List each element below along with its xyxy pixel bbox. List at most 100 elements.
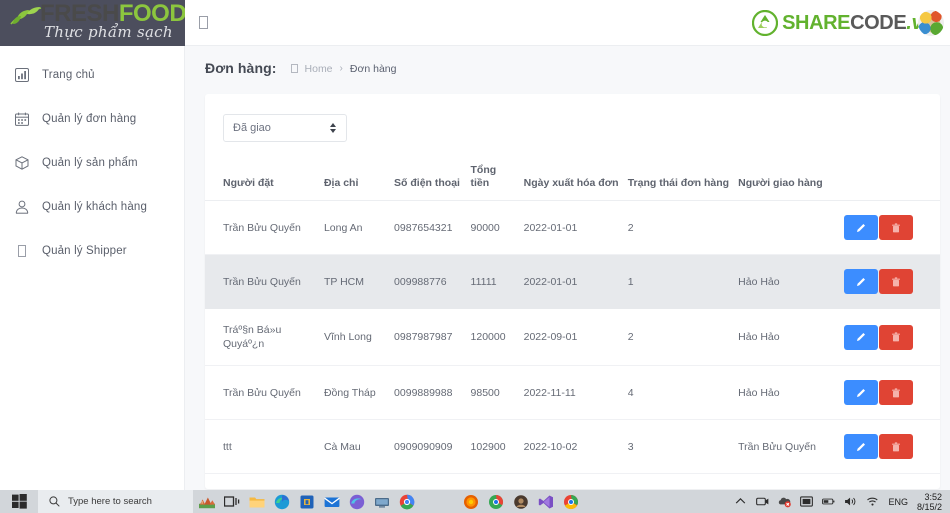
- th-nguoi-giao-hang: Người giao hàng: [738, 164, 845, 201]
- chrome-icon[interactable]: [399, 494, 415, 510]
- screen-icon[interactable]: [800, 495, 814, 508]
- table-row: Trần Bửu Quyến TP HCM 009988776 11111 2022-0…: [205, 254, 940, 309]
- language-indicator[interactable]: ENG: [888, 497, 908, 507]
- breadcrumb-separator: ›: [339, 63, 343, 74]
- sidebar-item-label: Quản lý khách hàng: [42, 200, 147, 213]
- chevron-up-icon[interactable]: [734, 495, 747, 508]
- sidebar-item-label: Quản lý sản phẩm: [42, 156, 138, 169]
- app-dark-icon[interactable]: [513, 494, 529, 510]
- th-trang-thai-don-hang: Trạng thái đơn hàng: [627, 164, 739, 201]
- cell-dia-chi: Đồng Tháp: [323, 365, 395, 420]
- table-row: ttt Cà Mau 0909090909 102900 2022-10-02 3 Trần…: [205, 419, 940, 474]
- status-filter-value: Đã giao: [233, 122, 271, 134]
- task-view-icon[interactable]: [224, 494, 240, 510]
- cell-actions: [844, 200, 940, 255]
- clock[interactable]: 3:52 8/15/2: [917, 492, 942, 512]
- windows-taskbar: Type here to search ENG 3:52 8/15/2: [0, 490, 950, 513]
- row-actions: [844, 269, 934, 294]
- sidebar-item-quan-ly-san-pham[interactable]: Quản lý sản phẩm: [0, 148, 184, 177]
- edit-button[interactable]: [844, 269, 879, 294]
- delete-button[interactable]: [879, 269, 914, 294]
- store-icon[interactable]: [299, 494, 315, 510]
- search-input[interactable]: Type here to search: [38, 490, 193, 513]
- delete-button[interactable]: [879, 380, 914, 405]
- chrome-profile-icon[interactable]: [488, 494, 504, 510]
- edit-button[interactable]: [844, 380, 879, 405]
- cell-tong-tien: 98500: [470, 365, 524, 420]
- pencil-icon: [857, 333, 866, 341]
- cell-so-dien-thoai: 0123456789: [394, 473, 471, 489]
- cell-trang-thai: 1: [627, 473, 739, 489]
- sidebar-item-quan-ly-khach-hang[interactable]: Quản lý khách hàng: [0, 192, 184, 221]
- pencil-icon: [857, 223, 866, 232]
- cell-tong-tien: 120000: [470, 308, 524, 366]
- wifi-icon[interactable]: [866, 495, 879, 508]
- sharecode-wordmark: SHARECODE.vn: [782, 13, 934, 33]
- cell-actions: [844, 419, 940, 474]
- cell-nguoi-dat: ttt: [205, 419, 324, 474]
- cell-dia-chi: Cà Mau: [323, 419, 395, 474]
- breadcrumb-home-link[interactable]: Home: [305, 63, 333, 75]
- cell-nguoi-dat: Tráº§n Bá»­u Quyáº¿n: [205, 308, 324, 366]
- visual-studio-icon[interactable]: [538, 494, 554, 510]
- cell-ngay-xuat: 2022-12-01: [523, 473, 628, 489]
- brand-logo[interactable]: FRESHFOOD Thực phẩm sạch: [0, 0, 185, 46]
- delete-button[interactable]: [879, 434, 914, 459]
- cell-nguoi-giao: Hảo Hảo: [738, 365, 845, 420]
- sidebar-item-trang-chu[interactable]: Trang chủ: [0, 60, 184, 89]
- sharecode-logo[interactable]: SHARECODE.vn: [752, 8, 944, 38]
- globe-icon: [918, 10, 944, 36]
- user-icon: [14, 199, 30, 215]
- sharecode-recycle-icon: [752, 10, 779, 36]
- chrome-canary-icon[interactable]: [563, 494, 579, 510]
- delete-button[interactable]: [879, 324, 914, 350]
- sidebar-toggle-button[interactable]: [199, 16, 208, 29]
- sidebar-item-quan-ly-shipper[interactable]: Quản lý Shipper: [0, 236, 184, 265]
- remote-desktop-icon[interactable]: [374, 494, 390, 510]
- cell-actions: [844, 365, 940, 420]
- cell-ngay-xuat: 2022-01-01: [523, 200, 628, 255]
- cell-so-dien-thoai: 0909090909: [394, 419, 471, 474]
- cell-so-dien-thoai: 0987654321: [394, 200, 471, 255]
- search-icon: [49, 496, 60, 507]
- th-dia-chi: Địa chỉ: [323, 164, 395, 201]
- edge-icon[interactable]: [274, 494, 290, 510]
- missing-glyph-icon: [290, 64, 298, 73]
- edit-button[interactable]: [844, 215, 879, 240]
- table-row: Tráº§n Bá»­u Quyáº¿n Vĩnh Long 0987987987 1…: [205, 308, 940, 366]
- mail-icon[interactable]: [324, 494, 340, 510]
- cell-so-dien-thoai: 009988776: [394, 254, 471, 309]
- sidebar-item-quan-ly-don-hang[interactable]: Quản lý đơn hàng: [0, 104, 184, 133]
- logo-part-share: SHARE: [782, 12, 851, 34]
- cell-dia-chi: TP HCM: [323, 254, 395, 309]
- edit-button[interactable]: [844, 324, 879, 350]
- sidebar: FRESHFOOD Thực phẩm sạch Trang chủ Quản …: [0, 0, 185, 490]
- windows-start-icon: [11, 494, 27, 509]
- file-explorer-icon[interactable]: [249, 494, 265, 510]
- status-filter-select[interactable]: Đã giao: [223, 114, 347, 142]
- battery-icon[interactable]: [822, 495, 835, 508]
- calendar-icon: [14, 111, 30, 127]
- cell-dia-chi: Long An: [323, 200, 395, 255]
- cell-nguoi-dat: Tráº§n Bá»­u Quyáº¿n: [205, 473, 324, 489]
- th-ngay-xuat-hoa-don: Ngày xuất hóa đơn: [523, 164, 628, 201]
- filter-area: Đã giao: [205, 94, 940, 142]
- cell-nguoi-giao: Trần Bửu Quyến: [738, 419, 845, 474]
- start-button[interactable]: [0, 494, 38, 509]
- edge-dev-icon[interactable]: [349, 494, 365, 510]
- search-placeholder: Type here to search: [68, 496, 152, 507]
- logo-part-code: CODE: [850, 12, 907, 34]
- onedrive-error-icon[interactable]: [778, 495, 792, 508]
- taskbar-pinned-apps: [193, 494, 415, 510]
- missing-glyph-icon: [14, 243, 30, 259]
- cell-tong-tien: 90000: [470, 200, 524, 255]
- volume-icon[interactable]: [844, 495, 857, 508]
- weather-widget-icon[interactable]: [199, 494, 215, 510]
- delete-button[interactable]: [879, 215, 914, 240]
- firefox-icon[interactable]: [463, 494, 479, 510]
- edit-button[interactable]: [844, 434, 879, 459]
- camera-icon[interactable]: [756, 495, 769, 508]
- breadcrumb-current: Đơn hàng: [349, 62, 397, 75]
- cell-dia-chi: Vĩnh Long: [323, 308, 395, 366]
- cell-ngay-xuat: 2022-11-11: [523, 365, 628, 420]
